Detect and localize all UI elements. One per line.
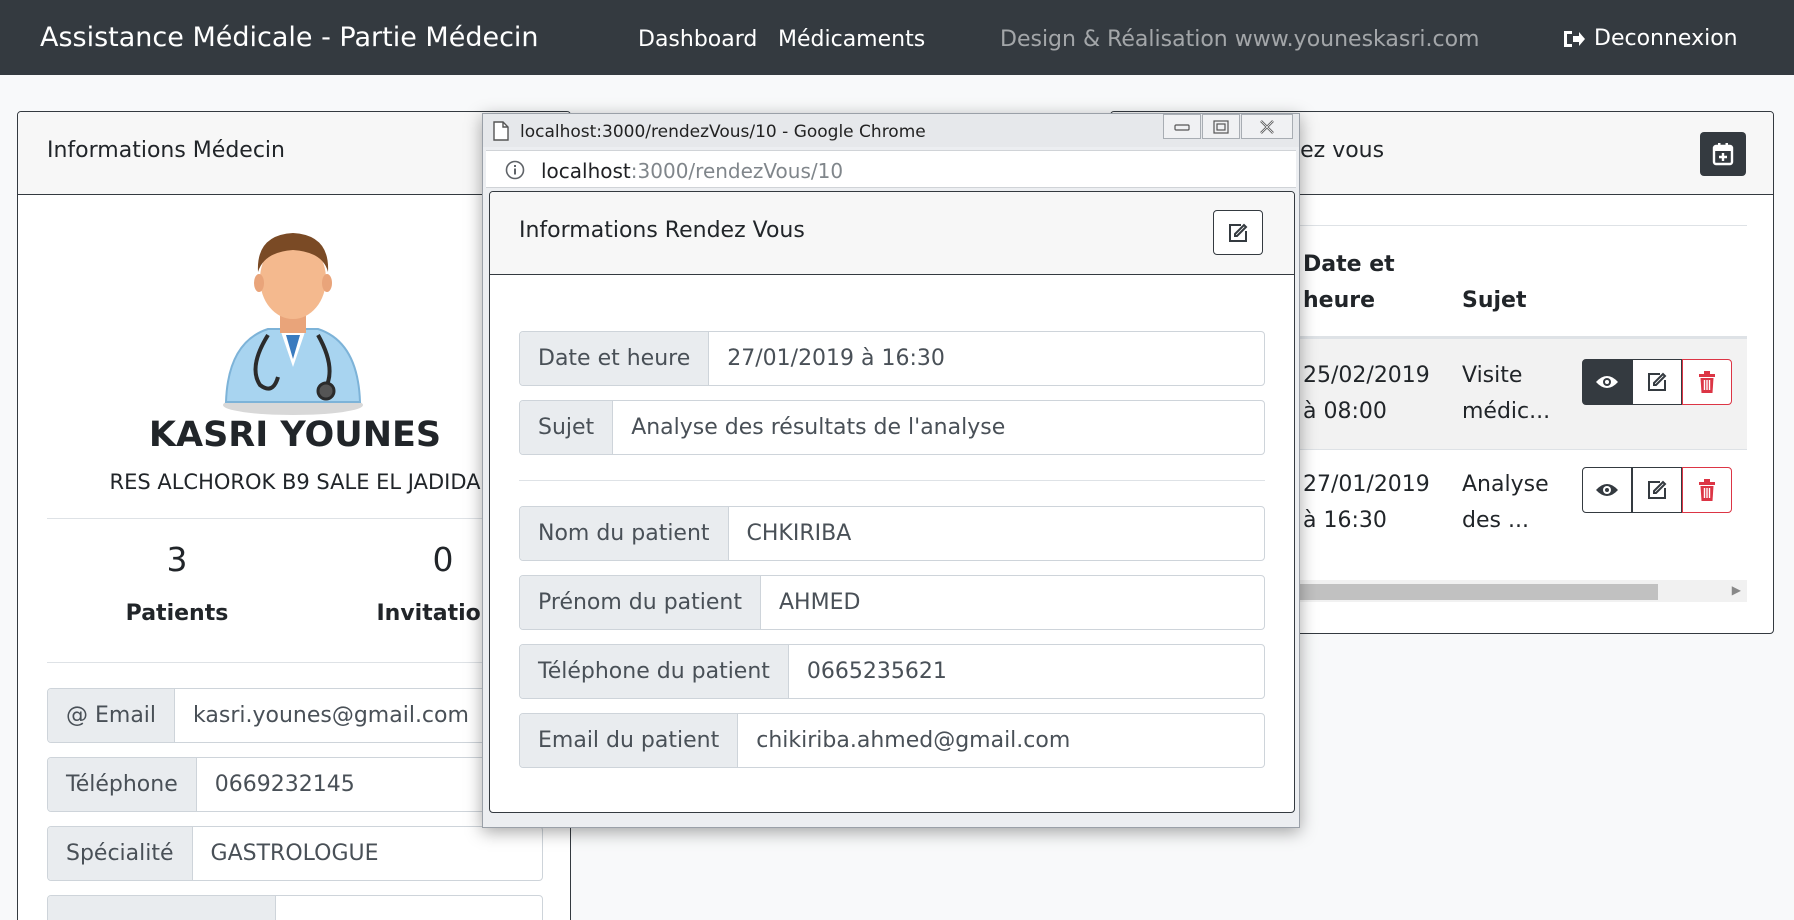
scroll-right-arrow-icon[interactable]: ▶ <box>1732 583 1741 597</box>
edit-appointment-button[interactable] <box>1213 210 1263 255</box>
close-icon <box>1260 119 1274 134</box>
row2-subject-line2: des ... <box>1462 508 1529 533</box>
doctor-card-title: Informations Médecin <box>47 138 285 163</box>
patient-firstname-field: Prénom du patient AHMED <box>519 575 1265 630</box>
subject-field: Sujet Analyse des résultats de l'analyse <box>519 400 1265 455</box>
eye-icon <box>1596 484 1618 496</box>
row1-subject-line2: médic... <box>1462 399 1551 424</box>
minimize-icon <box>1174 123 1190 131</box>
patient-lastname-field: Nom du patient CHKIRIBA <box>519 506 1265 561</box>
edit-icon <box>1229 223 1248 242</box>
doctor-avatar <box>223 233 363 415</box>
patient-email-field: Email du patient chikiriba.ahmed@gmail.c… <box>519 713 1265 768</box>
patient-firstname-value[interactable]: AHMED <box>761 576 1264 629</box>
row2-date-line2: à 16:30 <box>1303 508 1387 533</box>
appointments-card-title: lez vous <box>1294 138 1385 163</box>
row1-actions <box>1582 359 1732 405</box>
url-path: :3000/rendezVous/10 <box>630 159 844 183</box>
partial-field <box>47 895 543 920</box>
column-header-subject: Sujet <box>1462 288 1527 313</box>
row2-date-line1: 27/01/2019 <box>1303 472 1430 497</box>
trash-icon <box>1699 371 1715 393</box>
close-button[interactable] <box>1241 114 1293 139</box>
email-label: @ Email <box>48 689 176 742</box>
row2-subject-line1: Analyse <box>1462 472 1549 497</box>
url-text[interactable]: localhost:3000/rendezVous/10 <box>541 159 843 183</box>
email-field: @ Email kasri.younes@gmail.com <box>47 688 543 743</box>
window-controls <box>1162 114 1293 139</box>
logout-link[interactable]: Deconnexion <box>1562 26 1738 51</box>
column-header-date: Date et heure <box>1303 252 1395 313</box>
row1-subject-line1: Visite <box>1462 363 1523 388</box>
edit-button[interactable] <box>1632 467 1682 513</box>
delete-button[interactable] <box>1682 467 1732 513</box>
speciality-label: Spécialité <box>48 827 193 880</box>
subject-value[interactable]: Analyse des résultats de l'analyse <box>613 401 1264 454</box>
subject-label: Sujet <box>520 401 614 454</box>
edit-icon <box>1648 480 1667 499</box>
divider <box>47 662 543 663</box>
patient-lastname-value[interactable]: CHKIRIBA <box>729 507 1264 560</box>
partial-field-value[interactable] <box>276 896 542 920</box>
calendar-plus-icon <box>1712 143 1734 166</box>
date-time-value[interactable]: 27/01/2019 à 16:30 <box>709 332 1264 385</box>
trash-icon <box>1699 479 1715 501</box>
document-icon <box>493 121 509 141</box>
patient-phone-value[interactable]: 0665235621 <box>789 645 1264 698</box>
patient-lastname-label: Nom du patient <box>520 507 729 560</box>
view-button[interactable] <box>1582 359 1632 405</box>
phone-field: Téléphone 0669232145 <box>47 757 543 812</box>
divider <box>519 480 1265 481</box>
restore-icon <box>1213 119 1229 134</box>
view-button[interactable] <box>1582 467 1632 513</box>
row1-date-line1: 25/02/2019 <box>1303 363 1430 388</box>
add-appointment-button[interactable] <box>1700 132 1746 176</box>
patient-email-label: Email du patient <box>520 714 739 767</box>
eye-icon <box>1596 376 1618 388</box>
divider <box>47 518 543 519</box>
row2-actions <box>1582 467 1732 513</box>
restore-button[interactable] <box>1202 114 1240 139</box>
appointment-details-header: Informations Rendez Vous <box>490 192 1294 275</box>
scrollbar-thumb[interactable] <box>1291 584 1658 600</box>
row1-date-line2: à 08:00 <box>1303 399 1387 424</box>
patient-email-value[interactable]: chikiriba.ahmed@gmail.com <box>738 714 1264 767</box>
phone-label: Téléphone <box>48 758 197 811</box>
nav-credit-link[interactable]: Design & Réalisation www.youneskasri.com <box>1000 27 1479 52</box>
window-titlebar[interactable]: localhost:3000/rendezVous/10 - Google Ch… <box>483 114 1299 147</box>
patient-phone-field: Téléphone du patient 0665235621 <box>519 644 1265 699</box>
sign-out-icon <box>1564 30 1585 47</box>
speciality-value[interactable]: GASTROLOGUE <box>193 827 542 880</box>
patients-label: Patients <box>125 601 229 626</box>
nav-link-medicaments[interactable]: Médicaments <box>778 27 925 52</box>
partial-field-label <box>48 896 276 920</box>
brand-title[interactable]: Assistance Médicale - Partie Médecin <box>40 22 539 53</box>
address-bar[interactable]: localhost:3000/rendezVous/10 <box>486 150 1296 188</box>
minimize-button[interactable] <box>1163 114 1201 139</box>
logout-label: Deconnexion <box>1594 26 1738 51</box>
edit-icon <box>1648 372 1667 391</box>
appointment-details-title: Informations Rendez Vous <box>519 218 805 243</box>
speciality-field: Spécialité GASTROLOGUE <box>47 826 543 881</box>
delete-button[interactable] <box>1682 359 1732 405</box>
patient-firstname-label: Prénom du patient <box>520 576 761 629</box>
appointment-details-card: Informations Rendez Vous Date et heure 2… <box>489 191 1295 813</box>
navbar: Assistance Médicale - Partie Médecin Das… <box>0 0 1794 75</box>
patients-count: 3 <box>166 540 188 579</box>
info-icon[interactable] <box>505 160 525 180</box>
patient-phone-label: Téléphone du patient <box>520 645 789 698</box>
url-host: localhost <box>541 159 631 183</box>
edit-button[interactable] <box>1632 359 1682 405</box>
window-title: localhost:3000/rendezVous/10 - Google Ch… <box>520 122 926 142</box>
nav-link-dashboard[interactable]: Dashboard <box>638 27 757 52</box>
popup-browser-window: localhost:3000/rendezVous/10 - Google Ch… <box>482 113 1300 828</box>
date-time-field: Date et heure 27/01/2019 à 16:30 <box>519 331 1265 386</box>
date-time-label: Date et heure <box>520 332 710 385</box>
